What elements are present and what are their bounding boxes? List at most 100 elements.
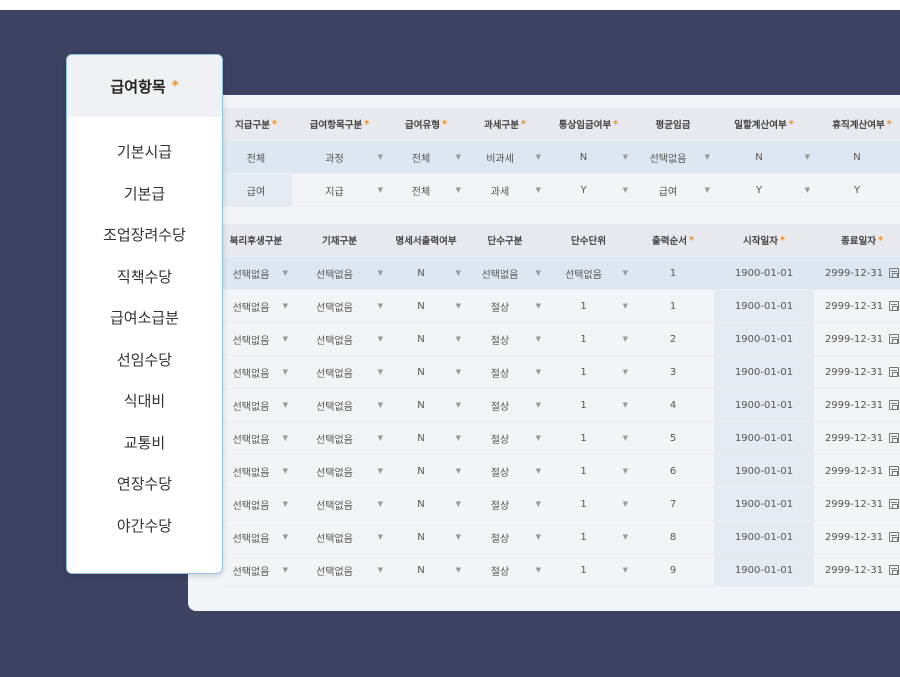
dropdown-cell[interactable]: N▼ (545, 141, 632, 173)
table-row[interactable]: 급여지급▼전체▼과세▼Y▼급여▼Y▼Y▼ (220, 174, 900, 207)
sidebar-item[interactable]: 급여소급분 (67, 297, 222, 339)
chevron-down-icon[interactable]: ▼ (623, 401, 628, 409)
chevron-down-icon[interactable]: ▼ (805, 153, 810, 161)
chevron-down-icon[interactable]: ▼ (623, 153, 628, 161)
dropdown-cell[interactable]: 절상 ▼ (465, 455, 545, 487)
chevron-down-icon[interactable]: ▼ (536, 302, 541, 310)
dropdown-cell[interactable]: N▼ (387, 455, 465, 487)
date-cell[interactable]: 2999-12-31 (814, 554, 900, 586)
chevron-down-icon[interactable]: ▼ (456, 500, 461, 508)
calendar-icon[interactable] (889, 466, 900, 476)
dropdown-cell[interactable]: 선택없음 ▼ (292, 323, 387, 355)
chevron-down-icon[interactable]: ▼ (456, 186, 461, 194)
chevron-down-icon[interactable]: ▼ (623, 368, 628, 376)
chevron-down-icon[interactable]: ▼ (456, 401, 461, 409)
date-cell[interactable]: 1900-01-01 (714, 488, 814, 520)
chevron-down-icon[interactable]: ▼ (283, 566, 288, 574)
chevron-down-icon[interactable]: ▼ (378, 566, 383, 574)
calendar-icon[interactable] (889, 532, 900, 542)
table-row[interactable]: 선택없음 ▼ 선택없음 ▼ N ▼ 절상 ▼ 1 ▼ 9 1900-01-01 2999-12-31 (220, 554, 900, 587)
dropdown-cell[interactable]: N▼ (387, 554, 465, 586)
dropdown-cell[interactable]: 선택없음 ▼ (220, 257, 292, 289)
dropdown-cell[interactable]: 선택없음 ▼ (292, 554, 387, 586)
table-row[interactable]: 선택없음 ▼ 선택없음 ▼ N ▼ 선택없음 ▼ 선택없음 ▼ 1 1900-01-01 2999-12… (220, 257, 900, 290)
dropdown-cell[interactable]: 선택없음 ▼ (220, 356, 292, 388)
chevron-down-icon[interactable]: ▼ (705, 186, 710, 194)
chevron-down-icon[interactable]: ▼ (283, 335, 288, 343)
dropdown-cell[interactable]: 1 ▼ (545, 521, 632, 553)
calendar-icon[interactable] (889, 334, 900, 344)
dropdown-cell[interactable]: 선택없음 ▼ (220, 389, 292, 421)
dropdown-cell[interactable]: 선택없음 ▼ (632, 141, 714, 173)
date-cell[interactable]: 2999-12-31 (814, 521, 900, 553)
dropdown-cell[interactable]: 절상 ▼ (465, 389, 545, 421)
chevron-down-icon[interactable]: ▼ (378, 500, 383, 508)
dropdown-cell[interactable]: 선택없음 ▼ (465, 257, 545, 289)
chevron-down-icon[interactable]: ▼ (456, 153, 461, 161)
dropdown-cell[interactable]: Y▼ (714, 174, 814, 206)
chevron-down-icon[interactable]: ▼ (623, 500, 628, 508)
sidebar-item[interactable]: 조업장려수당 (67, 214, 222, 256)
dropdown-cell[interactable]: N▼ (814, 141, 900, 173)
chevron-down-icon[interactable]: ▼ (536, 153, 541, 161)
dropdown-cell[interactable]: 선택없음 ▼ (220, 323, 292, 355)
dropdown-cell[interactable]: 절상 ▼ (465, 290, 545, 322)
dropdown-cell[interactable]: N▼ (714, 141, 814, 173)
chevron-down-icon[interactable]: ▼ (536, 368, 541, 376)
chevron-down-icon[interactable]: ▼ (623, 467, 628, 475)
chevron-down-icon[interactable]: ▼ (536, 186, 541, 194)
chevron-down-icon[interactable]: ▼ (378, 269, 383, 277)
chevron-down-icon[interactable]: ▼ (378, 335, 383, 343)
calendar-icon[interactable] (889, 367, 900, 377)
dropdown-cell[interactable]: 절상 ▼ (465, 323, 545, 355)
calendar-icon[interactable] (889, 499, 900, 509)
chevron-down-icon[interactable]: ▼ (536, 335, 541, 343)
dropdown-cell[interactable]: 선택없음 ▼ (292, 422, 387, 454)
date-cell[interactable]: 2999-12-31 (814, 422, 900, 454)
sidebar-item[interactable]: 야간수당 (67, 505, 222, 547)
chevron-down-icon[interactable]: ▼ (283, 500, 288, 508)
chevron-down-icon[interactable]: ▼ (623, 302, 628, 310)
dropdown-cell[interactable]: 선택없음 ▼ (292, 257, 387, 289)
dropdown-cell[interactable]: N▼ (387, 389, 465, 421)
dropdown-cell[interactable]: 1 ▼ (545, 356, 632, 388)
sidebar-item[interactable]: 기본시급 (67, 131, 222, 173)
chevron-down-icon[interactable]: ▼ (456, 269, 461, 277)
dropdown-cell[interactable]: N▼ (387, 356, 465, 388)
date-cell[interactable]: 2999-12-31 (814, 323, 900, 355)
dropdown-cell[interactable]: 과세 ▼ (465, 174, 545, 206)
chevron-down-icon[interactable]: ▼ (283, 401, 288, 409)
chevron-down-icon[interactable]: ▼ (456, 533, 461, 541)
dropdown-cell[interactable]: 선택없음 ▼ (545, 257, 632, 289)
table-row[interactable]: 선택없음 ▼ 선택없음 ▼ N ▼ 절상 ▼ 1 ▼ 4 1900-01-01 2999-12-31 (220, 389, 900, 422)
dropdown-cell[interactable]: 1 ▼ (545, 389, 632, 421)
dropdown-cell[interactable]: 선택없음 ▼ (292, 455, 387, 487)
dropdown-cell[interactable]: 선택없음 ▼ (292, 290, 387, 322)
calendar-icon[interactable] (889, 433, 900, 443)
chevron-down-icon[interactable]: ▼ (456, 335, 461, 343)
dropdown-cell[interactable]: 선택없음 ▼ (292, 521, 387, 553)
date-cell[interactable]: 1900-01-01 (714, 290, 814, 322)
dropdown-cell[interactable]: 1 ▼ (545, 554, 632, 586)
table-row[interactable]: 선택없음 ▼ 선택없음 ▼ N ▼ 절상 ▼ 1 ▼ 1 1900-01-01 2999-12-31 (220, 290, 900, 323)
chevron-down-icon[interactable]: ▼ (456, 467, 461, 475)
table-row[interactable]: 선택없음 ▼ 선택없음 ▼ N ▼ 절상 ▼ 1 ▼ 3 1900-01-01 2999-12-31 (220, 356, 900, 389)
table-row[interactable]: 선택없음 ▼ 선택없음 ▼ N ▼ 절상 ▼ 1 ▼ 8 1900-01-01 2999-12-31 (220, 521, 900, 554)
chevron-down-icon[interactable]: ▼ (805, 186, 810, 194)
dropdown-cell[interactable]: 1 ▼ (545, 290, 632, 322)
date-cell[interactable]: 1900-01-01 (714, 389, 814, 421)
table-row[interactable]: 전체과정▼전체▼비과세▼N▼선택없음▼N▼N▼ (220, 141, 900, 174)
date-cell[interactable]: 2999-12-31 (814, 356, 900, 388)
chevron-down-icon[interactable]: ▼ (283, 533, 288, 541)
dropdown-cell[interactable]: 선택없음 ▼ (292, 488, 387, 520)
chevron-down-icon[interactable]: ▼ (536, 467, 541, 475)
date-cell[interactable]: 1900-01-01 (714, 521, 814, 553)
dropdown-cell[interactable]: 절상 ▼ (465, 356, 545, 388)
chevron-down-icon[interactable]: ▼ (456, 434, 461, 442)
date-cell[interactable]: 1900-01-01 (714, 356, 814, 388)
chevron-down-icon[interactable]: ▼ (456, 368, 461, 376)
chevron-down-icon[interactable]: ▼ (536, 401, 541, 409)
dropdown-cell[interactable]: N▼ (387, 422, 465, 454)
dropdown-cell[interactable]: N▼ (387, 323, 465, 355)
dropdown-cell[interactable]: Y▼ (814, 174, 900, 206)
